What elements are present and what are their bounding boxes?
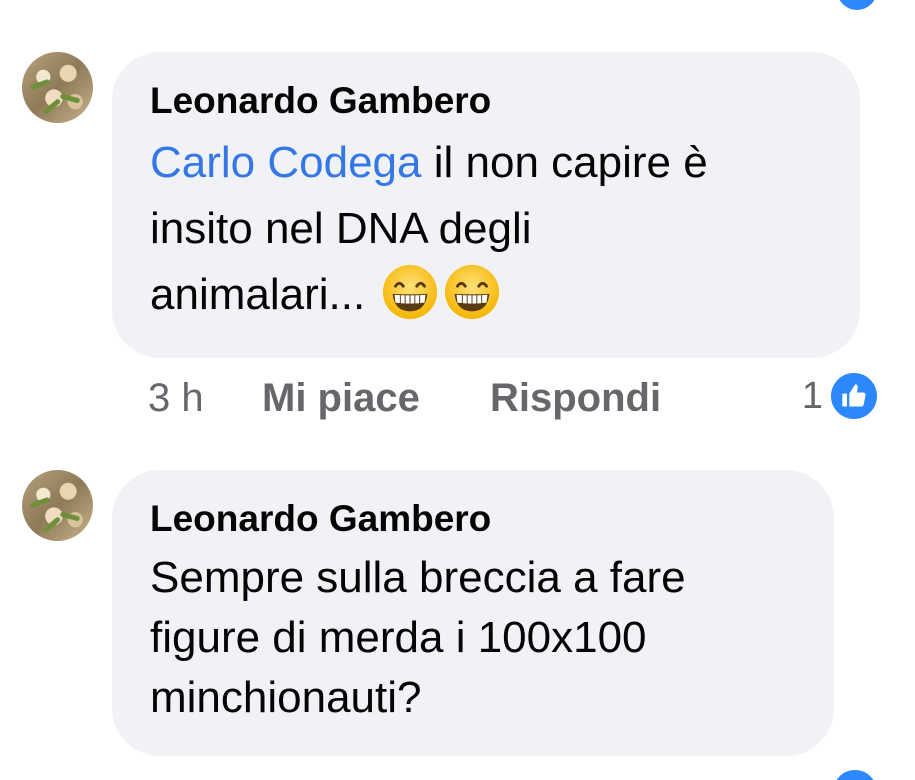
like-button[interactable]: Mi piace (262, 376, 420, 421)
comment-text-part: animalari... (150, 270, 378, 319)
comment-line-3: minchionauti? (150, 673, 422, 722)
comment-bubble: Leonardo Gambero Carlo Codega il non cap… (112, 52, 860, 358)
comment: Leonardo Gambero Carlo Codega il non cap… (0, 52, 915, 432)
comment-author[interactable]: Leonardo Gambero (150, 80, 491, 122)
previous-comment-actions-cut (0, 0, 915, 10)
comment-author[interactable]: Leonardo Gambero (150, 498, 491, 540)
comment-text: Sempre sulla breccia a fare figure di me… (150, 548, 686, 728)
reaction-icon-cut (833, 770, 877, 780)
reaction-summary[interactable]: 1 (802, 370, 879, 422)
comment-line-1: Carlo Codega il non capire è (150, 130, 708, 196)
avatar[interactable] (22, 470, 93, 541)
comment-line-2: insito nel DNA degli (150, 204, 532, 253)
avatar[interactable] (22, 52, 93, 123)
reaction-count: 1 (801, 374, 823, 417)
comment-line-1: Sempre sulla breccia a fare (150, 553, 686, 602)
comment-line-3: animalari... (150, 262, 708, 328)
mention-link[interactable]: Carlo Codega (150, 138, 422, 187)
comment-text-part: il non capire è (421, 138, 708, 187)
thumbs-up-icon (829, 371, 879, 421)
comment: Leonardo Gambero Sempre sulla breccia a … (0, 470, 915, 770)
comment-line-2: figure di merda i 100x100 (150, 613, 647, 662)
grinning-face-icon (383, 264, 438, 320)
comment-timestamp[interactable]: 3 h (148, 376, 204, 421)
comments-thread: Leonardo Gambero Carlo Codega il non cap… (0, 0, 915, 780)
grinning-face-icon (445, 264, 500, 320)
reply-button[interactable]: Rispondi (490, 376, 661, 421)
reaction-icon-cut (837, 0, 877, 10)
comment-bubble: Leonardo Gambero Sempre sulla breccia a … (112, 470, 834, 756)
comment-text: Carlo Codega il non capire è insito nel … (150, 130, 708, 328)
